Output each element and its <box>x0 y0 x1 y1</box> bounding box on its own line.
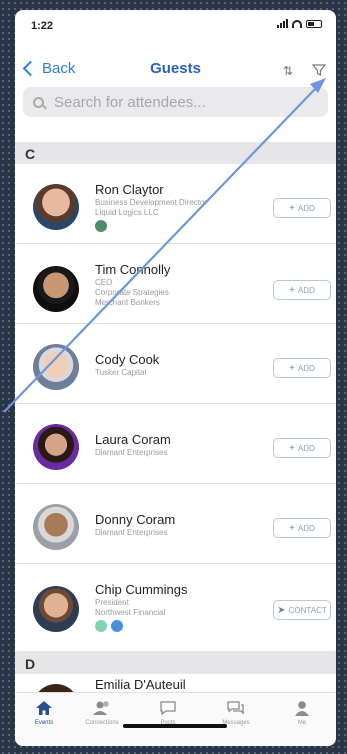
tag-dot <box>95 220 107 232</box>
search-bar[interactable] <box>23 87 328 117</box>
button-label: CONTACT <box>288 605 327 615</box>
section-letter: D <box>25 656 36 672</box>
avatar <box>33 504 79 550</box>
tab-messages[interactable]: Messages <box>211 697 261 726</box>
plus-icon: + <box>289 442 295 454</box>
guest-company: Diamant Enterprises <box>95 448 168 457</box>
plus-icon: + <box>289 202 295 214</box>
guest-company: Liquid Logics LLC <box>95 208 159 217</box>
guest-title: CEO <box>95 278 113 287</box>
button-label: ADD <box>297 363 315 373</box>
filter-icon[interactable] <box>311 62 327 78</box>
section-header-d: D <box>15 652 336 674</box>
add-button[interactable]: + ADD <box>273 438 331 458</box>
guest-name: Emilia D'Auteuil <box>95 677 186 692</box>
people-icon <box>77 697 127 719</box>
guest-title: Business Development Director <box>95 198 208 207</box>
signal-icon <box>277 19 288 28</box>
guest-row[interactable]: Cody Cook Tusker Capital + ADD <box>15 324 336 404</box>
tag-dots <box>95 620 123 632</box>
guest-name: Chip Cummings <box>95 582 188 597</box>
guest-company: Corporate Strategies <box>95 288 169 297</box>
guest-name: Ron Claytor <box>95 182 164 197</box>
section-header-c: C <box>15 142 336 164</box>
guest-name: Cody Cook <box>95 352 160 367</box>
button-label: ADD <box>297 285 315 295</box>
wifi-icon <box>292 19 302 28</box>
sort-icon[interactable]: ⇅ <box>283 64 297 78</box>
contact-button[interactable]: ➤ CONTACT <box>273 600 331 620</box>
tab-connections[interactable]: Connections <box>77 697 127 726</box>
guest-name: Laura Coram <box>95 432 171 447</box>
search-icon <box>33 96 44 108</box>
guest-company: Diamant Enterprises <box>95 528 168 537</box>
guest-company: Merchant Bankers <box>95 298 160 307</box>
avatar <box>33 184 79 230</box>
plus-icon: + <box>289 284 295 296</box>
tab-me[interactable]: Me <box>277 697 327 726</box>
tag-dot <box>111 620 123 632</box>
messages-icon <box>211 697 261 719</box>
plus-icon: + <box>289 522 295 534</box>
avatar <box>33 266 79 312</box>
chat-icon <box>143 697 193 719</box>
person-icon <box>277 697 327 719</box>
send-icon: ➤ <box>277 604 286 616</box>
add-button[interactable]: + ADD <box>273 280 331 300</box>
battery-icon <box>306 19 322 28</box>
add-button[interactable]: + ADD <box>273 198 331 218</box>
guest-row[interactable]: Tim Connolly CEO Corporate Strategies Me… <box>15 244 336 324</box>
phone-screen: 1:22 Back Guests ⇅ C Ron Claytor Busines… <box>15 10 336 746</box>
avatar <box>33 586 79 632</box>
nav-bar: Back Guests ⇅ <box>15 52 336 82</box>
avatar <box>33 344 79 390</box>
home-indicator <box>123 724 227 728</box>
tab-label: Events <box>34 720 54 726</box>
tag-dot <box>95 620 107 632</box>
guest-row[interactable]: Ron Claytor Business Development Directo… <box>15 164 336 244</box>
tab-posts[interactable]: Posts <box>143 697 193 726</box>
plus-icon: + <box>289 362 295 374</box>
guest-title: President <box>95 598 129 607</box>
button-label: ADD <box>297 523 315 533</box>
add-button[interactable]: + ADD <box>273 518 331 538</box>
status-time: 1:22 <box>31 20 54 32</box>
home-icon <box>19 697 69 719</box>
guest-row[interactable]: Chip Cummings President Northwest Financ… <box>15 564 336 652</box>
button-label: ADD <box>297 443 315 453</box>
tag-dots <box>95 220 107 232</box>
tab-bar: Events Connections Posts Messages Me <box>15 692 336 746</box>
tab-label: Me <box>297 720 307 726</box>
guest-name: Tim Connolly <box>95 262 171 277</box>
guest-row[interactable]: Laura Coram Diamant Enterprises + ADD <box>15 404 336 484</box>
tab-label: Connections <box>85 720 119 726</box>
guest-name: Donny Coram <box>95 512 176 527</box>
search-input[interactable] <box>52 92 306 112</box>
section-letter: C <box>25 146 36 162</box>
guest-company: Tusker Capital <box>95 368 147 377</box>
status-icons <box>277 19 322 28</box>
add-button[interactable]: + ADD <box>273 358 331 378</box>
guest-company: Northwest Financial <box>95 608 166 617</box>
button-label: ADD <box>297 203 315 213</box>
tab-events[interactable]: Events <box>19 697 69 726</box>
guest-row[interactable]: Donny Coram Diamant Enterprises + ADD <box>15 484 336 564</box>
status-bar: 1:22 <box>15 10 336 42</box>
avatar <box>33 424 79 470</box>
